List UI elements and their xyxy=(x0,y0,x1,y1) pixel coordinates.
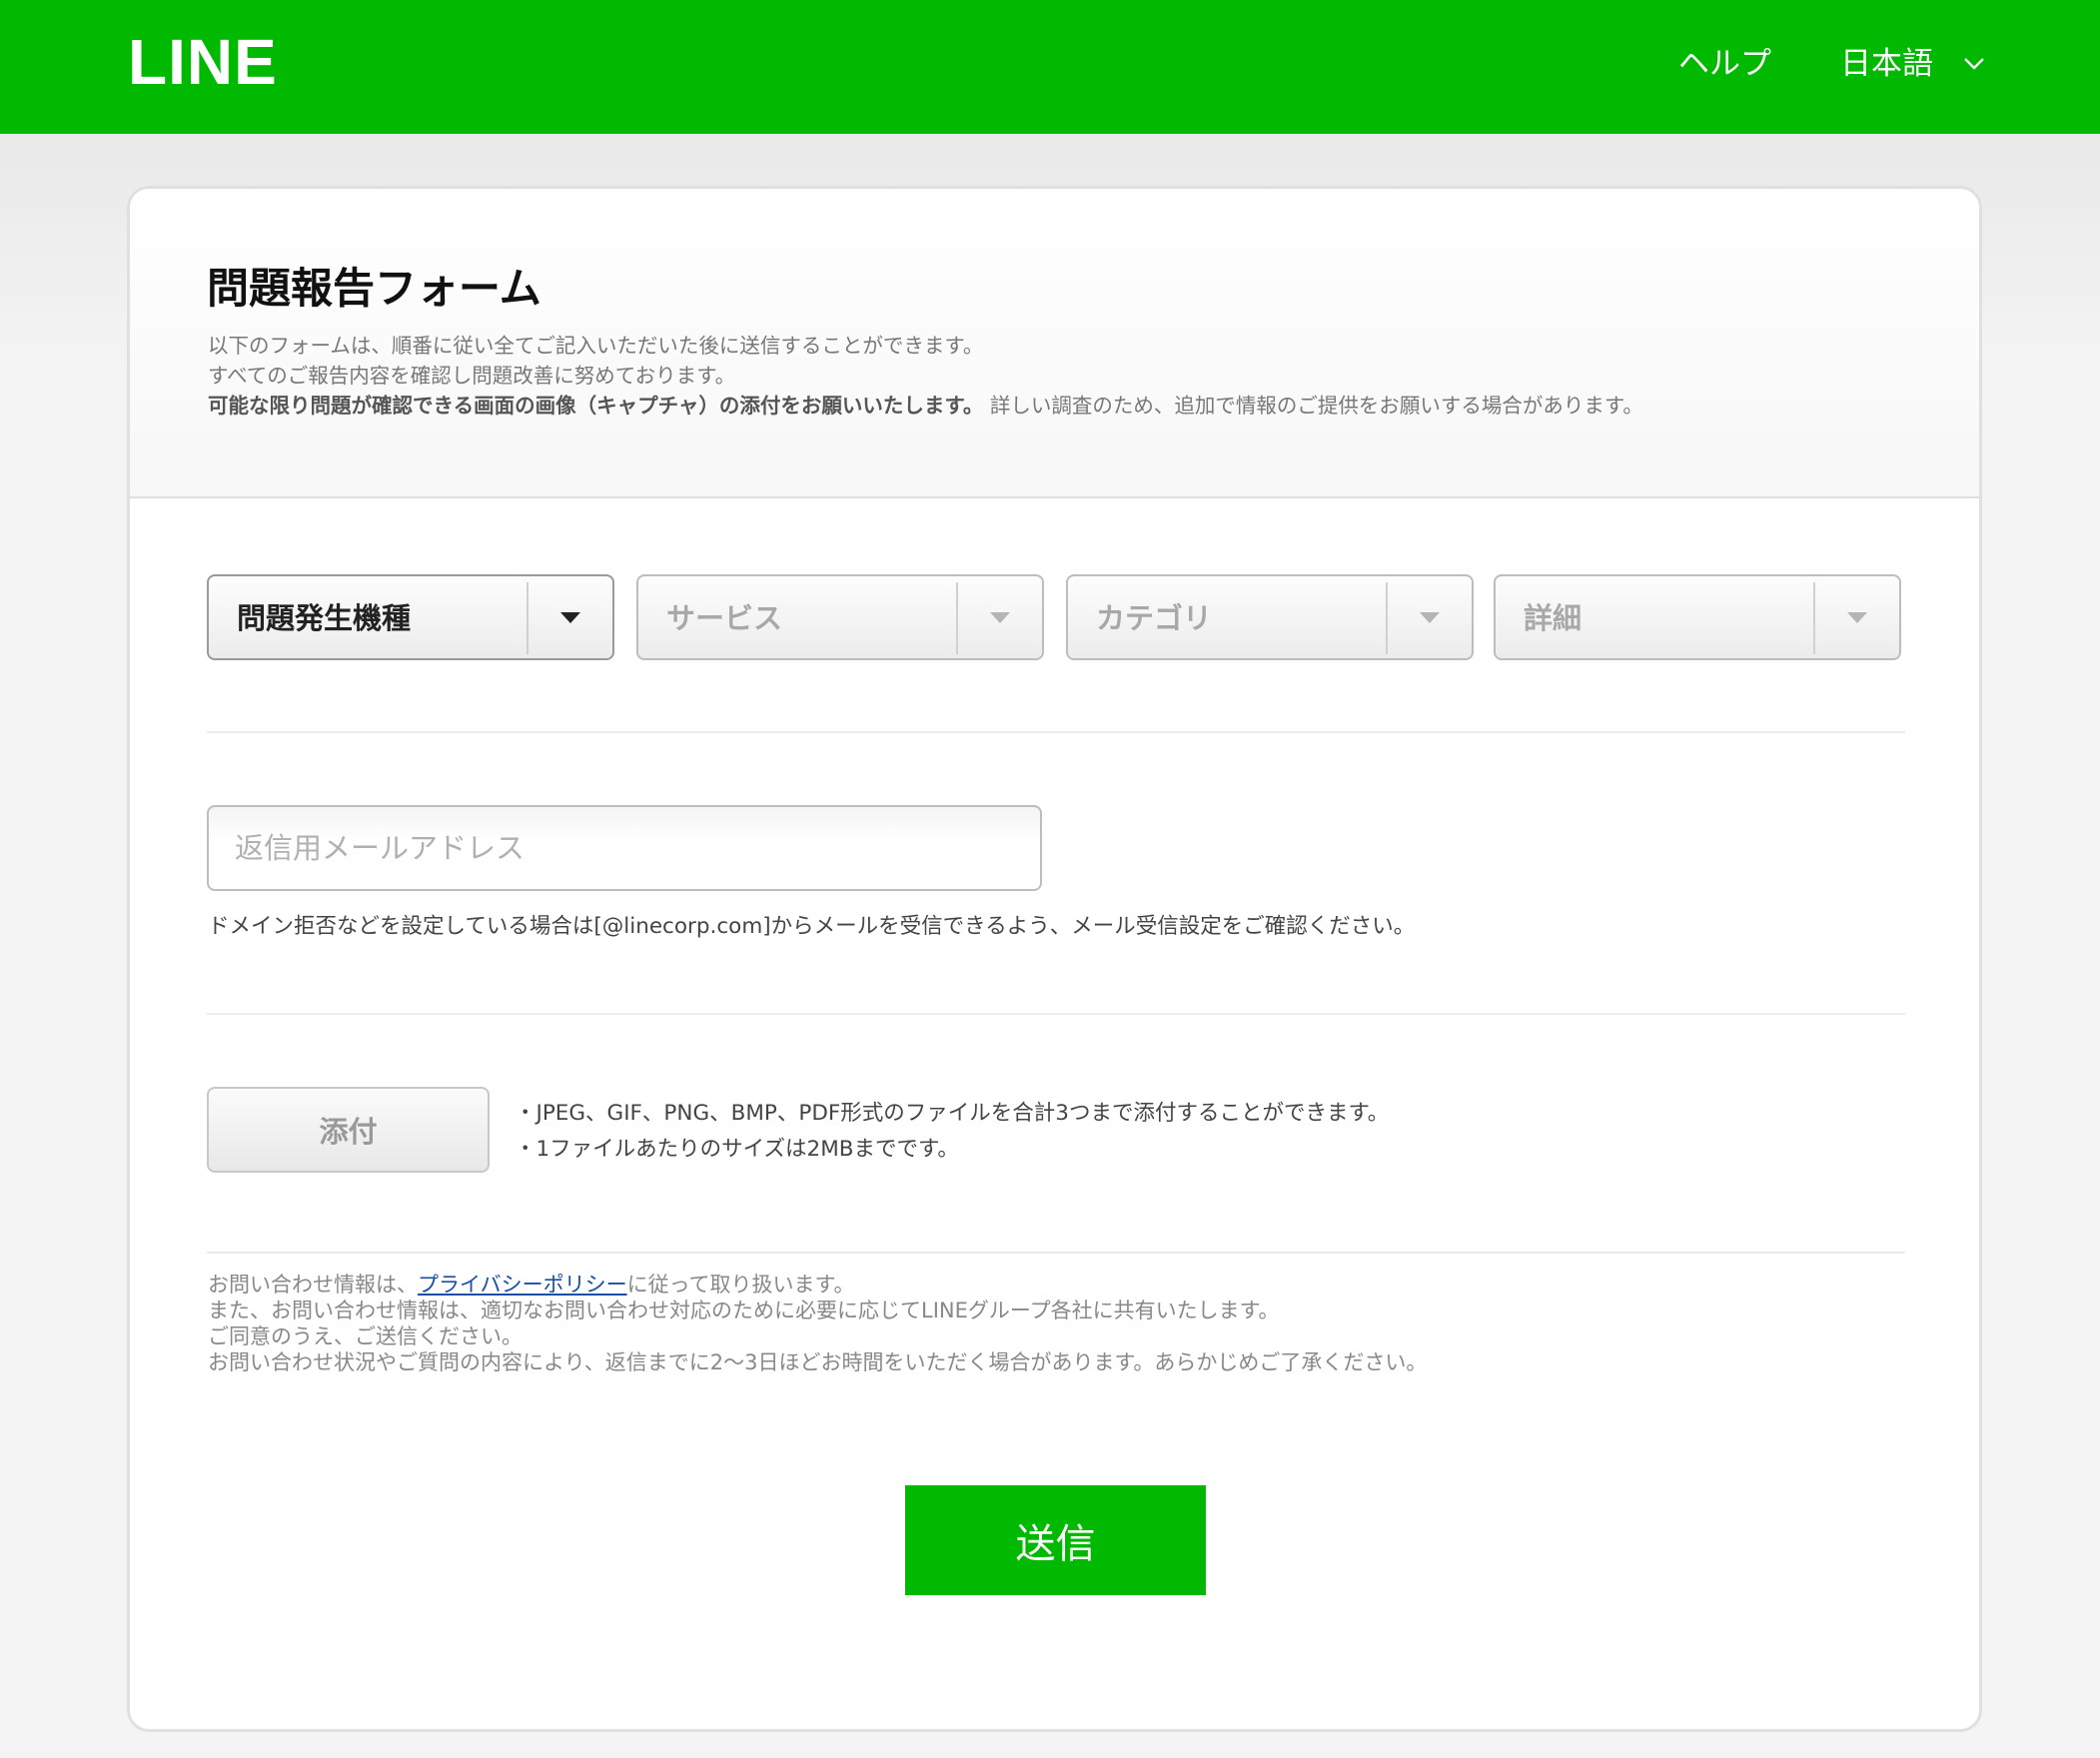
select-divider xyxy=(1813,582,1815,654)
service-select[interactable]: サービス xyxy=(636,574,1044,660)
detail-select-label: 詳細 xyxy=(1524,601,1582,635)
select-divider xyxy=(526,582,528,654)
select-divider xyxy=(1386,582,1388,654)
attach-note-formats: ・JPEG、GIF、PNG、BMP、PDF形式のファイルを合計3つまで添付するこ… xyxy=(515,1101,1390,1126)
reply-email-input[interactable] xyxy=(207,805,1042,891)
top-header: LINE ヘルプ 日本語 xyxy=(0,0,2100,134)
caret-down-icon xyxy=(1420,612,1440,623)
intro-line-1: 以下のフォームは、順番に従い全てご記入いただいた後に送信することができます。 xyxy=(208,334,984,358)
privacy-line-1: お問い合わせ情報は、プライバシーポリシーに従って取り扱います。 xyxy=(208,1272,1906,1298)
privacy-line-3: ご同意のうえ、ご送信ください。 xyxy=(208,1324,523,1348)
privacy-policy-link[interactable]: プライバシーポリシー xyxy=(418,1273,627,1297)
detail-select[interactable]: 詳細 xyxy=(1494,574,1901,660)
caret-down-icon xyxy=(560,612,580,623)
section-divider xyxy=(207,1013,1905,1015)
attach-note-size: ・1ファイルあたりのサイズは2MBまでです。 xyxy=(515,1137,959,1162)
service-select-label: サービス xyxy=(666,601,783,635)
help-link[interactable]: ヘルプ xyxy=(1678,44,1771,84)
language-label: 日本語 xyxy=(1840,46,1933,82)
privacy-line-2: また、お問い合わせ情報は、適切なお問い合わせ対応のために必要に応じてLINEグル… xyxy=(208,1299,1280,1322)
privacy-prefix: お問い合わせ情報は、 xyxy=(208,1273,418,1297)
device-select[interactable]: 問題発生機種 xyxy=(207,574,614,660)
line-logo[interactable]: LINE xyxy=(128,30,278,94)
attach-notes: ・JPEG、GIF、PNG、BMP、PDF形式のファイルを合計3つまで添付するこ… xyxy=(515,1096,1389,1168)
select-divider xyxy=(956,582,958,654)
intro-line-3: 可能な限り問題が確認できる画面の画像（キャプチャ）の添付をお願いいたします。 詳… xyxy=(208,391,1906,421)
category-select[interactable]: カテゴリ xyxy=(1066,574,1474,660)
form-header: 問題報告フォーム 以下のフォームは、順番に従い全てご記入いただいた後に送信するこ… xyxy=(130,189,1979,498)
language-selector[interactable]: 日本語 xyxy=(1840,44,1985,84)
privacy-line-4: お問い合わせ状況やご質問の内容により、返信までに2〜3日ほどお時間をいただく場合… xyxy=(208,1350,1428,1374)
category-select-label: カテゴリ xyxy=(1096,601,1213,635)
caret-down-icon xyxy=(1847,612,1867,623)
chevron-down-icon xyxy=(1964,58,1984,70)
section-divider xyxy=(207,731,1905,733)
device-select-label: 問題発生機種 xyxy=(237,601,412,635)
caret-down-icon xyxy=(990,612,1010,623)
section-divider xyxy=(207,1252,1905,1254)
report-form-card: 問題報告フォーム 以下のフォームは、順番に従い全てご記入いただいた後に送信するこ… xyxy=(127,186,1982,1732)
intro-bold-text: 可能な限り問題が確認できる画面の画像（キャプチャ）の添付をお願いいたします。 xyxy=(208,394,984,418)
intro-line-2: すべてのご報告内容を確認し問題改善に努めております。 xyxy=(208,364,736,388)
page-title: 問題報告フォーム xyxy=(207,264,541,313)
attach-button[interactable]: 添付 xyxy=(207,1087,490,1173)
privacy-suffix: に従って取り扱います。 xyxy=(626,1273,855,1297)
intro-rest-text: 詳しい調査のため、追加で情報のご提供をお願いする場合があります。 xyxy=(989,394,1643,418)
email-note: ドメイン拒否などを設定している場合は[@linecorp.com]からメールを受… xyxy=(208,914,1416,939)
form-intro: 以下のフォームは、順番に従い全てご記入いただいた後に送信することができます。 す… xyxy=(208,331,1906,421)
privacy-notice: お問い合わせ情報は、プライバシーポリシーに従って取り扱います。 また、お問い合わ… xyxy=(208,1272,1906,1375)
submit-button[interactable]: 送信 xyxy=(905,1485,1206,1595)
